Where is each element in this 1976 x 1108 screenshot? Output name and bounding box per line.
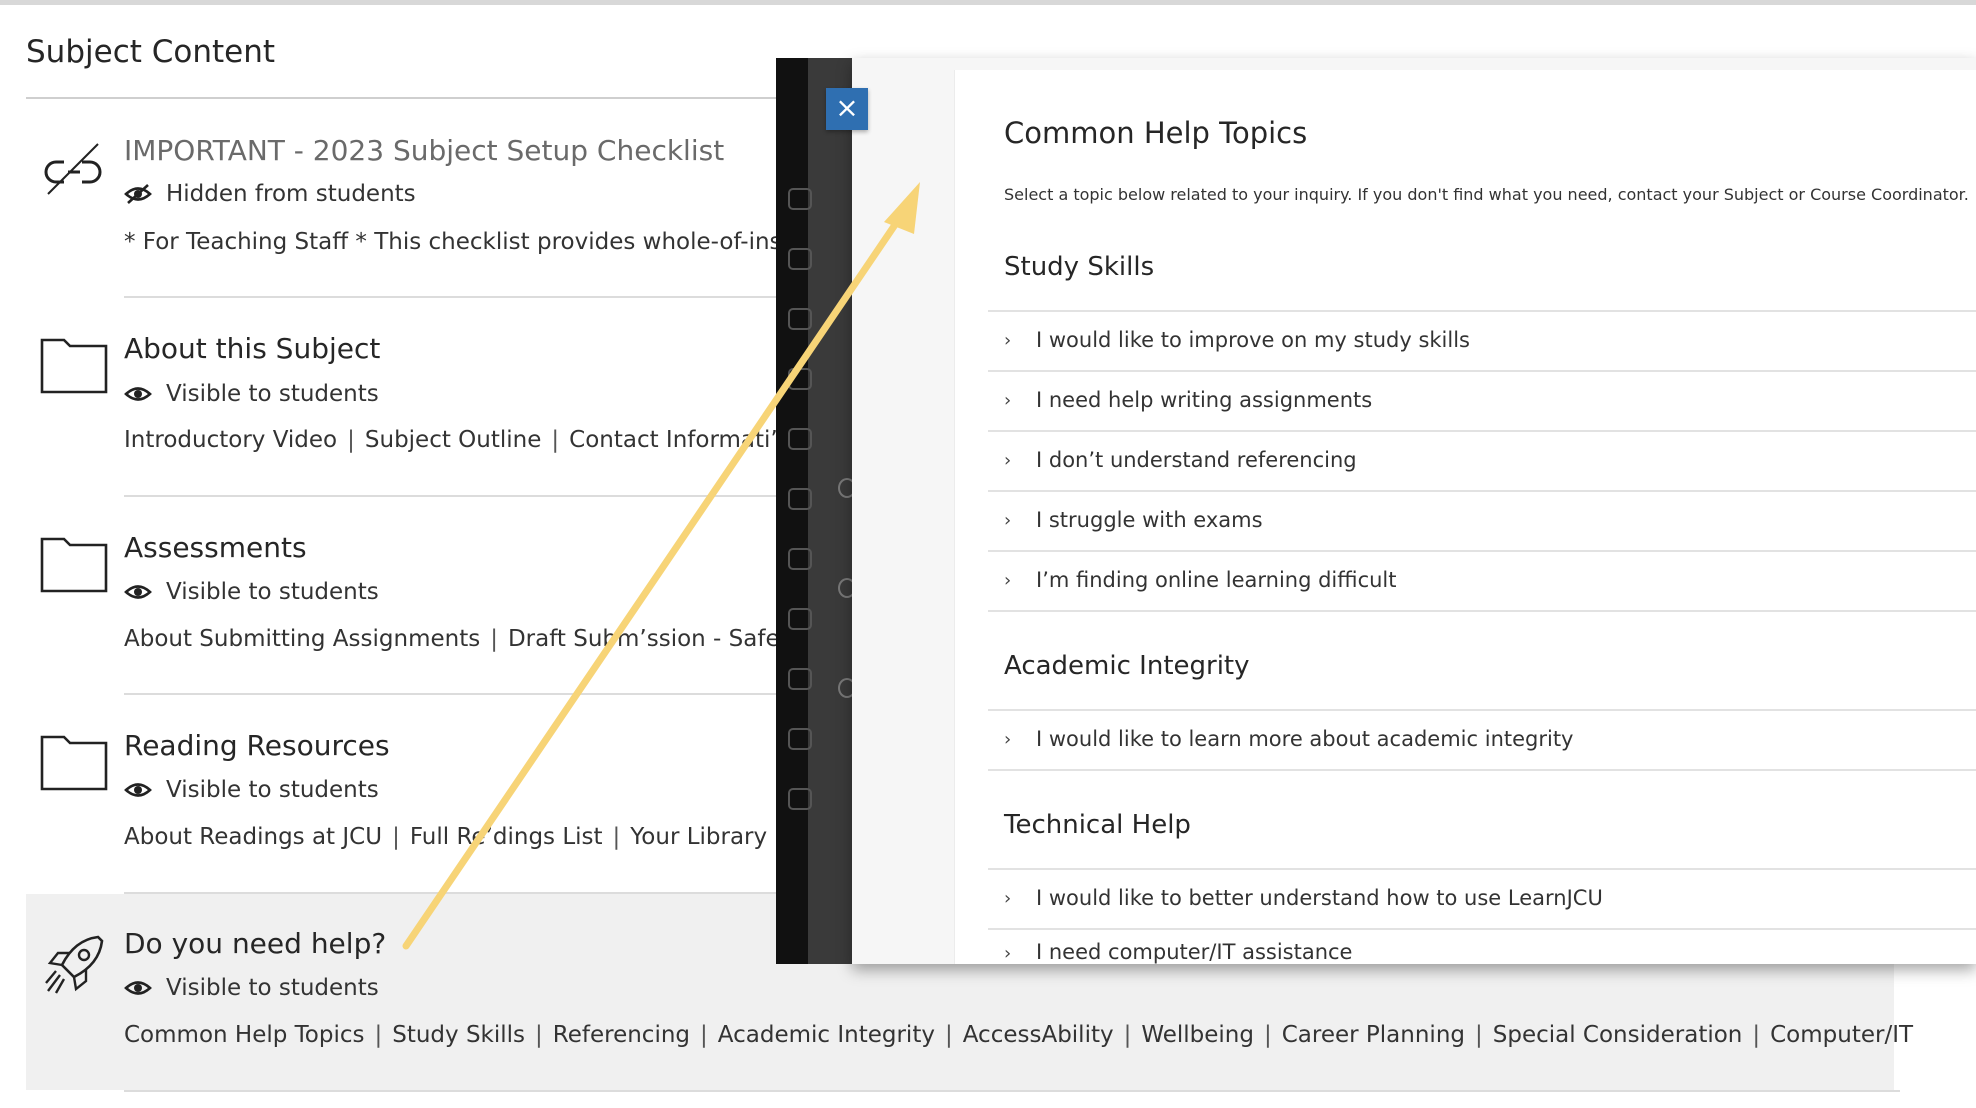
visibility-status: Visible to students	[124, 777, 379, 803]
chevron-right-icon: ›	[1004, 509, 1012, 531]
item-description: * For Teaching Staff * This checklist pr…	[124, 229, 806, 255]
item-links: About Readings at JCU | Full Re’dings List…	[124, 824, 768, 850]
tools-icon	[788, 668, 812, 690]
link-special-consideration[interactable]: Special Consideration	[1493, 1022, 1743, 1048]
help-panel-description: Select a topic below related to your inq…	[1004, 185, 1969, 204]
link-introductory-video[interactable]: Introductory Video	[124, 427, 337, 453]
eye-icon	[124, 981, 152, 995]
topic-label: I don’t understand referencing	[1036, 448, 1357, 472]
topic-label: I would like to improve on my study skil…	[1036, 328, 1470, 352]
topic-writing-assignments[interactable]: › I need help writing assignments	[1004, 371, 1964, 429]
section-title-study-skills: Study Skills	[1004, 252, 1155, 282]
item-links: About Submitting Assignments | Draft Subm’…	[124, 626, 820, 652]
visibility-status: Visible to students	[124, 975, 379, 1001]
rocket-icon	[38, 929, 110, 1001]
top-border	[0, 0, 1976, 5]
link-study-skills[interactable]: Study Skills	[392, 1022, 525, 1048]
topic-label: I’m finding online learning difficult	[1036, 568, 1397, 592]
eye-slash-icon	[124, 184, 152, 204]
item-title[interactable]: About this Subject	[124, 332, 380, 365]
grades-icon	[788, 608, 812, 630]
topic-academic-integrity[interactable]: › I would like to learn more about academ…	[1004, 710, 1964, 768]
folder-icon	[38, 727, 110, 799]
section-title-academic-integrity: Academic Integrity	[1004, 651, 1250, 681]
item-title[interactable]: Do you need help?	[124, 927, 386, 960]
visibility-status: Visible to students	[124, 381, 379, 407]
profile-icon	[788, 248, 812, 270]
eye-icon	[124, 783, 152, 797]
signout-icon	[788, 788, 812, 810]
eye-icon	[124, 387, 152, 401]
calendar-icon	[788, 488, 812, 510]
close-button[interactable]: ×	[826, 88, 868, 130]
link-career-planning[interactable]: Career Planning	[1282, 1022, 1465, 1048]
link-computer-it[interactable]: Computer/IT	[1770, 1022, 1913, 1048]
messages-icon	[788, 548, 812, 570]
topic-label: I would like to better understand how to…	[1036, 886, 1603, 910]
section-title-technical-help: Technical Help	[1004, 810, 1191, 840]
visibility-label: Visible to students	[166, 777, 379, 803]
topic-online-learning[interactable]: › I’m finding online learning difficult	[1004, 551, 1964, 609]
chevron-right-icon: ›	[1004, 569, 1012, 591]
chevron-right-icon: ›	[1004, 728, 1012, 750]
topic-learnjcu[interactable]: › I would like to better understand how t…	[1004, 869, 1964, 927]
broken-link-icon	[38, 134, 110, 206]
link-about-submitting-assignments[interactable]: About Submitting Assignments	[124, 626, 480, 652]
link-common-help-topics[interactable]: Common Help Topics	[124, 1022, 364, 1048]
link-full-readings-list[interactable]: Full Re’dings List	[410, 824, 603, 850]
image-icon	[838, 678, 852, 698]
folder-icon	[38, 330, 110, 402]
visibility-label: Visible to students	[166, 975, 379, 1001]
folder-icon	[38, 529, 110, 601]
topic-label: I would like to learn more about academi…	[1036, 727, 1574, 751]
check-icon	[838, 578, 852, 598]
item-title[interactable]: Assessments	[124, 531, 307, 564]
topic-label: I need help writing assignments	[1036, 388, 1373, 412]
topic-referencing[interactable]: › I don’t understand referencing	[1004, 431, 1964, 489]
visibility-label: Hidden from students	[166, 181, 416, 207]
item-links: Common Help Topics | Study Skills | Referenc…	[124, 1022, 1914, 1048]
item-divider	[124, 1090, 1900, 1092]
topic-label: I need computer/IT assistance	[1036, 940, 1353, 964]
topic-exams[interactable]: › I struggle with exams	[1004, 491, 1964, 549]
topic-divider	[988, 610, 1976, 612]
visibility-label: Visible to students	[166, 579, 379, 605]
link-draft-submission[interactable]: Draft Subm’ssion - SafeAss	[508, 626, 819, 652]
visibility-status: Visible to students	[124, 579, 379, 605]
course-nav-sidebar	[776, 58, 852, 964]
link-contact-information[interactable]: Contact Informati’n	[569, 427, 792, 453]
page-title: Subject Content	[26, 34, 276, 70]
user-icon	[788, 728, 812, 750]
visibility-status: Hidden from students	[124, 181, 416, 207]
globe-icon	[788, 308, 812, 330]
link-accessability[interactable]: AccessAbility	[963, 1022, 1114, 1048]
item-links: Introductory Video | Subject Outline | Conta…	[124, 427, 793, 453]
visibility-label: Visible to students	[166, 381, 379, 407]
link-about-readings[interactable]: About Readings at JCU	[124, 824, 382, 850]
link-wellbeing[interactable]: Wellbeing	[1141, 1022, 1254, 1048]
chevron-right-icon: ›	[1004, 449, 1012, 471]
chevron-right-icon: ›	[1004, 329, 1012, 351]
institution-icon	[788, 188, 812, 210]
topic-divider	[988, 769, 1976, 771]
chevron-right-icon: ›	[1004, 887, 1012, 909]
link-subject-outline[interactable]: Subject Outline	[365, 427, 542, 453]
chevron-right-icon: ›	[1004, 389, 1012, 411]
eye-icon	[124, 585, 152, 599]
item-title[interactable]: IMPORTANT - 2023 Subject Setup Checklist	[124, 134, 724, 167]
link-your-library[interactable]: Your Library	[630, 824, 767, 850]
help-panel-title: Common Help Topics	[1004, 116, 1308, 150]
person-icon	[838, 478, 852, 498]
link-referencing[interactable]: Referencing	[553, 1022, 690, 1048]
courses-icon	[788, 368, 812, 390]
chevron-right-icon: ›	[1004, 943, 1012, 964]
item-title[interactable]: Reading Resources	[124, 729, 390, 762]
groups-icon	[788, 428, 812, 450]
link-academic-integrity[interactable]: Academic Integrity	[718, 1022, 935, 1048]
topic-improve-study-skills[interactable]: › I would like to improve on my study ski…	[1004, 311, 1964, 369]
topic-label: I struggle with exams	[1036, 508, 1263, 532]
topic-computer-it[interactable]: › I need computer/IT assistance	[1004, 929, 1964, 964]
